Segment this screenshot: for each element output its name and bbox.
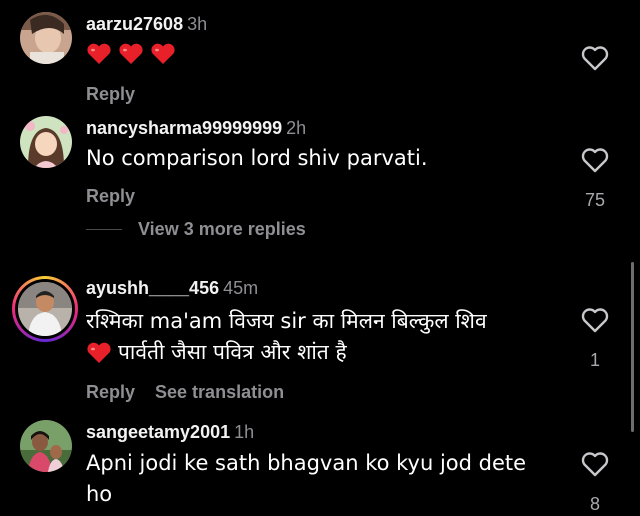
username-line: ayushh____456 45m [86,278,258,299]
avatar-image [20,116,72,168]
avatar[interactable] [20,420,72,472]
username-line: aarzu27608 3h [86,14,207,35]
like-count: 1 [589,350,600,370]
reply-button[interactable]: Reply [86,382,135,402]
reply-button[interactable]: Reply [86,84,135,104]
comment-sangeetamy2001: sangeetamy2001 1h Apni jodi ke sath bhagv… [0,410,640,516]
see-translation-button[interactable]: See translation [155,382,284,402]
avatar-image [18,282,72,336]
red-heart-emoji [119,43,143,64]
comment-text-line: ho [86,482,113,506]
comment-text [86,42,182,66]
comment-text: Apni jodi ke sath bhagvan ko kyu jod det… [86,448,556,510]
heart-outline-icon[interactable] [580,146,610,174]
comment-text-line: Apni jodi ke sath bhagvan ko kyu jod det… [86,451,527,475]
avatar-ring-gap [15,279,75,339]
heart-outline-icon[interactable] [580,450,610,478]
reply-button[interactable]: Reply [86,186,135,206]
avatar[interactable] [20,116,72,168]
comment-actions: Reply [86,84,155,105]
like-count: 8 [589,494,600,514]
timestamp: 45m [223,278,259,298]
timestamp: 2h [286,118,307,138]
red-heart-emoji [151,43,175,64]
comment-text-line: रश्मिका ma'am विजय sir का मिलन बिल्कुल श… [86,309,487,333]
view-more-replies-label[interactable]: View 3 more replies [138,219,306,239]
comment-text-line: पार्वती जैसा पवित्र और शांत है [86,337,556,368]
scrollbar[interactable] [631,262,634,432]
username[interactable]: nancysharma99999999 [86,118,282,138]
red-heart-emoji [87,342,111,363]
username-line: sangeetamy2001 1h [86,422,254,443]
comment-text: रश्मिका ma'am विजय sir का मिलन बिल्कुल श… [86,306,556,368]
comment-text-part: पार्वती जैसा पवित्र और शांत है [118,340,347,364]
view-more-replies[interactable]: View 3 more replies [86,219,306,243]
heart-outline-icon[interactable] [580,306,610,334]
red-heart-emoji [87,43,111,64]
avatar-image [20,12,72,64]
divider [86,229,122,230]
avatar-image [20,420,72,472]
username[interactable]: aarzu27608 [86,14,183,34]
username[interactable]: ayushh____456 [86,278,219,298]
like-count: 75 [584,190,606,210]
comment-aarzu27608: aarzu27608 3h Reply [0,0,640,110]
timestamp: 1h [234,422,255,442]
username-line: nancysharma99999999 2h [86,118,306,139]
username[interactable]: sangeetamy2001 [86,422,230,442]
comment-text: No comparison lord shiv parvati. [86,146,428,170]
comment-ayushh____456: ayushh____456 45m रश्मिका ma'am विजय sir … [0,270,640,410]
avatar-story-ring[interactable] [12,276,78,342]
timestamp: 3h [187,14,208,34]
heart-outline-icon[interactable] [580,44,610,72]
avatar[interactable] [20,12,72,64]
comment-actions: Reply [86,186,155,207]
comment-actions: Reply See translation [86,382,304,403]
